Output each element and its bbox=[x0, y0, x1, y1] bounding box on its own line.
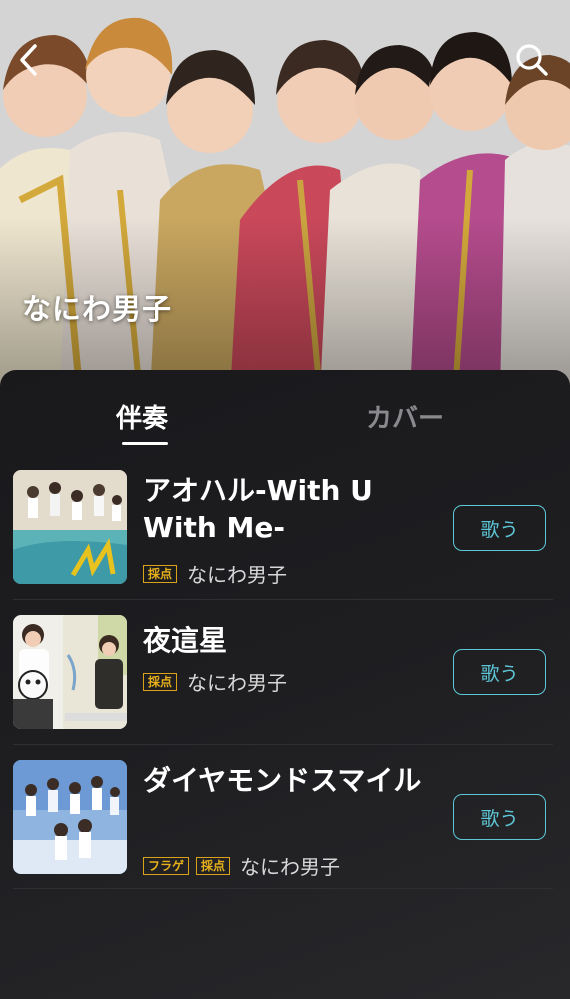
chevron-left-icon bbox=[20, 44, 37, 76]
row-divider bbox=[13, 744, 553, 745]
album-art bbox=[13, 615, 127, 729]
sing-button[interactable]: 歌う bbox=[453, 649, 546, 695]
song-meta: フラゲ 採点 なにわ男子 bbox=[143, 851, 340, 880]
song-artist: なにわ男子 bbox=[240, 855, 341, 879]
search-button[interactable] bbox=[510, 38, 554, 82]
tab-accompaniment[interactable]: 伴奏 bbox=[116, 398, 168, 435]
early-release-badge: フラゲ bbox=[143, 856, 190, 875]
search-icon bbox=[516, 44, 548, 76]
sing-button[interactable]: 歌う bbox=[453, 505, 546, 551]
sing-button[interactable]: 歌う bbox=[453, 794, 546, 840]
song-title: アオハル-With U With Me- bbox=[143, 474, 373, 544]
scoring-badge: 採点 bbox=[143, 564, 178, 583]
artist-hero: なにわ男子 bbox=[0, 0, 570, 395]
album-art bbox=[13, 470, 127, 584]
song-row[interactable]: アオハル-With U With Me- 採点 なにわ男子 歌う bbox=[0, 470, 570, 614]
song-meta: 採点 なにわ男子 bbox=[143, 667, 287, 696]
song-meta: 採点 なにわ男子 bbox=[143, 559, 287, 588]
back-button[interactable] bbox=[14, 40, 44, 80]
scoring-badge: 採点 bbox=[196, 856, 231, 875]
song-title: 夜這星 bbox=[143, 624, 228, 657]
scoring-badge: 採点 bbox=[143, 672, 178, 691]
artist-name: なにわ男子 bbox=[22, 292, 173, 326]
song-artist: なにわ男子 bbox=[187, 563, 288, 587]
song-row[interactable]: ダイヤモンドスマイル フラゲ 採点 なにわ男子 歌う bbox=[0, 760, 570, 904]
content-sheet: 伴奏 カバー アオハル-With U With Me- 採点 なにわ男子 歌う … bbox=[0, 370, 570, 999]
row-divider bbox=[13, 599, 553, 600]
active-tab-indicator bbox=[122, 442, 168, 445]
song-artist: なにわ男子 bbox=[187, 671, 288, 695]
album-art bbox=[13, 760, 127, 874]
row-divider bbox=[13, 888, 553, 889]
tab-cover[interactable]: カバー bbox=[366, 398, 444, 435]
tab-bar: 伴奏 カバー bbox=[0, 370, 570, 450]
song-row[interactable]: 夜這星 採点 なにわ男子 歌う bbox=[0, 615, 570, 759]
artist-group-photo bbox=[0, 0, 570, 395]
song-title: ダイヤモンドスマイル bbox=[143, 764, 422, 797]
